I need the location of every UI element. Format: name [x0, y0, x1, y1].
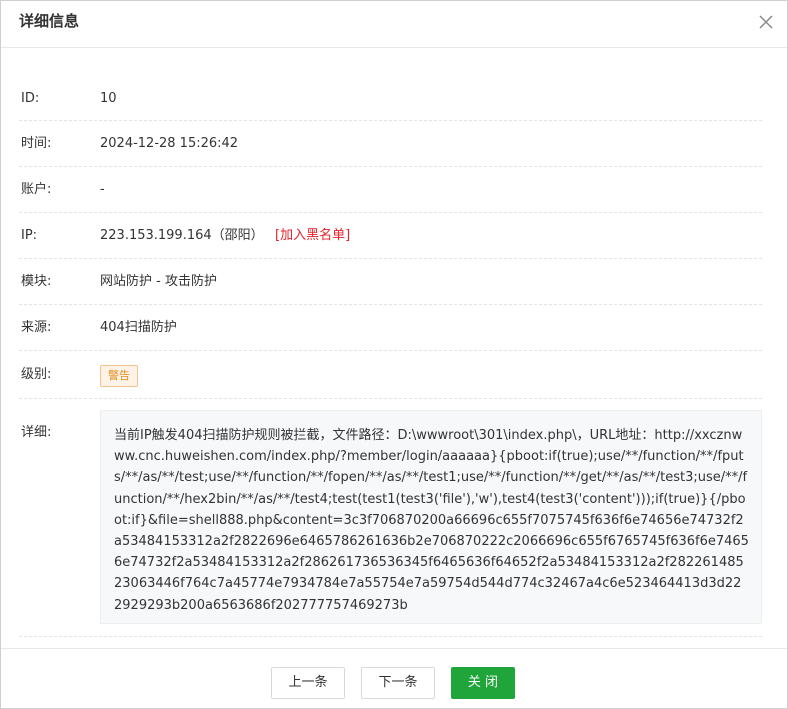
detail-dialog: 详细信息 ID: 10 时间: 2024-12-28 15:26:42 账户: …: [0, 0, 788, 709]
row-id: ID: 10: [19, 75, 762, 121]
row-time: 时间: 2024-12-28 15:26:42: [19, 121, 762, 167]
id-label: ID:: [21, 91, 40, 106]
row-detail: 详细: 当前IP触发404扫描防护规则被拦截，文件路径：D:\wwwroot\3…: [19, 397, 762, 637]
module-label: 模块:: [21, 274, 52, 289]
previous-button[interactable]: 上一条: [271, 667, 345, 699]
row-module: 模块: 网站防护 - 攻击防护: [19, 259, 762, 305]
dialog-title: 详细信息: [19, 12, 80, 30]
source-label: 来源:: [21, 320, 52, 335]
close-button[interactable]: 关 闭: [451, 667, 515, 699]
dialog-header: 详细信息: [1, 1, 787, 48]
add-to-blacklist-link[interactable]: [加入黑名单]: [275, 227, 350, 245]
next-button[interactable]: 下一条: [361, 667, 435, 699]
id-value: 10: [100, 91, 117, 106]
close-icon[interactable]: [757, 13, 775, 31]
level-badge: 警告: [100, 365, 138, 387]
time-label: 时间:: [21, 136, 52, 151]
source-value: 404扫描防护: [100, 320, 177, 335]
time-value: 2024-12-28 15:26:42: [100, 136, 239, 151]
row-source: 来源: 404扫描防护: [19, 305, 762, 351]
level-label: 级别:: [21, 367, 52, 382]
ip-label: IP:: [21, 228, 38, 243]
module-value: 网站防护 - 攻击防护: [100, 274, 217, 289]
dialog-footer: 上一条 下一条 关 闭: [1, 648, 787, 708]
detail-body: ID: 10 时间: 2024-12-28 15:26:42 账户: - IP:…: [1, 49, 787, 649]
account-label: 账户:: [21, 182, 52, 197]
detail-label: 详细:: [21, 425, 52, 440]
row-level: 级别: 警告: [19, 351, 762, 399]
row-account: 账户: -: [19, 167, 762, 213]
row-ip: IP: 223.153.199.164（邵阳） [加入黑名单]: [19, 213, 762, 259]
ip-value: 223.153.199.164（邵阳）: [100, 228, 264, 243]
detail-text: 当前IP触发404扫描防护规则被拦截，文件路径：D:\wwwroot\301\i…: [100, 410, 762, 624]
account-value: -: [100, 182, 105, 197]
